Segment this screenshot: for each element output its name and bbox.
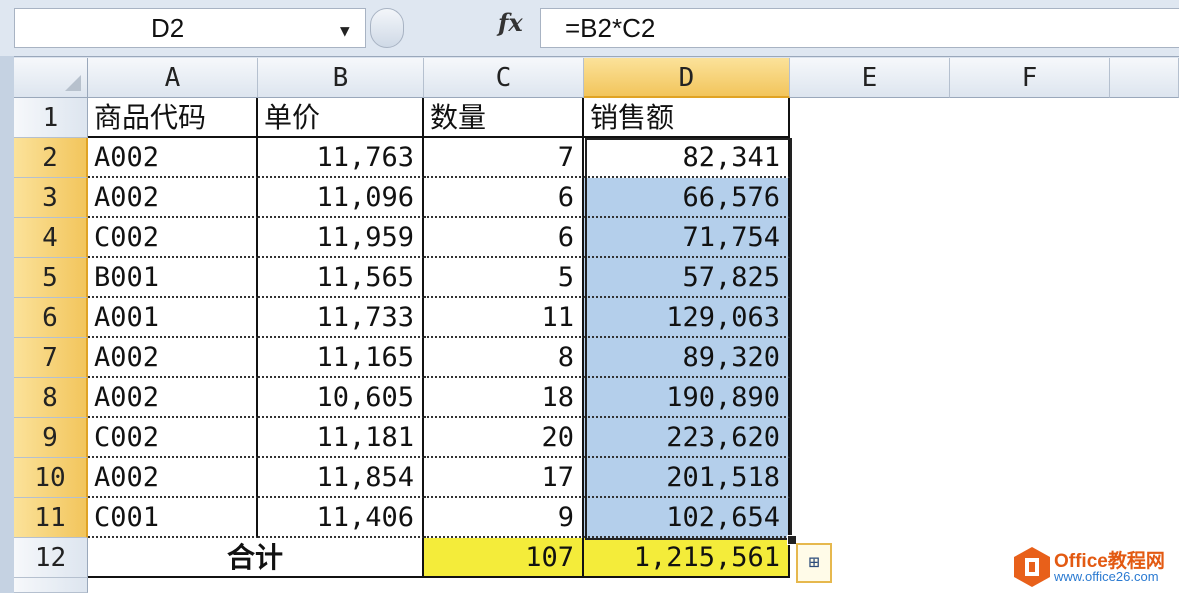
row-header-8[interactable]: 8	[14, 378, 88, 418]
watermark-url: www.office26.com	[1054, 569, 1159, 584]
cell-b8[interactable]: 10,605	[258, 378, 424, 418]
worksheet-grid: A B C D E F 1 2 3 4 5 6 7 8 9 10 11 12 商…	[14, 58, 1179, 593]
select-all-icon	[65, 75, 81, 91]
cell-c3[interactable]: 6	[424, 178, 584, 218]
cell-d6[interactable]: 129,063	[584, 298, 790, 338]
cell-d9[interactable]: 223,620	[584, 418, 790, 458]
autofill-options-icon[interactable]: ⊞	[796, 543, 832, 583]
formula-input[interactable]: =B2*C2	[540, 8, 1179, 48]
column-header-a[interactable]: A	[88, 58, 258, 98]
cell-c4[interactable]: 6	[424, 218, 584, 258]
cell-d8[interactable]: 190,890	[584, 378, 790, 418]
column-header-f[interactable]: F	[950, 58, 1110, 98]
total-label-cell[interactable]: 合计	[88, 538, 424, 578]
office-logo-icon	[1014, 547, 1050, 587]
row-header-5[interactable]: 5	[14, 258, 88, 298]
cell-c1[interactable]: 数量	[424, 98, 584, 138]
formula-bar-divider[interactable]	[370, 8, 404, 48]
watermark-logo: Office教程网 www.office26.com	[1012, 544, 1177, 590]
row-header-10[interactable]: 10	[14, 458, 88, 498]
select-all-corner[interactable]	[14, 58, 88, 98]
cell-d1[interactable]: 销售额	[584, 98, 790, 138]
column-header-e[interactable]: E	[790, 58, 950, 98]
cell-b10[interactable]: 11,854	[258, 458, 424, 498]
formula-text: =B2*C2	[565, 13, 656, 43]
cell-b6[interactable]: 11,733	[258, 298, 424, 338]
cell-c7[interactable]: 8	[424, 338, 584, 378]
cell-b4[interactable]: 11,959	[258, 218, 424, 258]
cell-c11[interactable]: 9	[424, 498, 584, 538]
column-header-d[interactable]: D	[584, 58, 790, 98]
cell-b3[interactable]: 11,096	[258, 178, 424, 218]
formula-bar: D2 ▼ fx =B2*C2	[0, 0, 1179, 57]
cell-a6[interactable]: A001	[88, 298, 258, 338]
cell-b2[interactable]: 11,763	[258, 138, 424, 178]
row-header-11[interactable]: 11	[14, 498, 88, 538]
column-header-c[interactable]: C	[424, 58, 584, 98]
cell-a1[interactable]: 商品代码	[88, 98, 258, 138]
name-box[interactable]: D2 ▼	[14, 8, 366, 48]
cell-c9[interactable]: 20	[424, 418, 584, 458]
total-sales-cell[interactable]: 1,215,561	[584, 538, 790, 578]
cell-c8[interactable]: 18	[424, 378, 584, 418]
row-header-9[interactable]: 9	[14, 418, 88, 458]
cell-a8[interactable]: A002	[88, 378, 258, 418]
row-header-2[interactable]: 2	[14, 138, 88, 178]
cell-a10[interactable]: A002	[88, 458, 258, 498]
row-header-4[interactable]: 4	[14, 218, 88, 258]
row-header-3[interactable]: 3	[14, 178, 88, 218]
cell-d4[interactable]: 71,754	[584, 218, 790, 258]
cell-c2[interactable]: 7	[424, 138, 584, 178]
cell-c5[interactable]: 5	[424, 258, 584, 298]
column-header-g[interactable]	[1110, 58, 1179, 98]
total-qty-cell[interactable]: 107	[424, 538, 584, 578]
insert-function-icon[interactable]: fx	[498, 8, 523, 37]
cell-d7[interactable]: 89,320	[584, 338, 790, 378]
row-header-13[interactable]	[14, 578, 88, 593]
cell-d3[interactable]: 66,576	[584, 178, 790, 218]
cell-b7[interactable]: 11,165	[258, 338, 424, 378]
cell-b9[interactable]: 11,181	[258, 418, 424, 458]
cell-b5[interactable]: 11,565	[258, 258, 424, 298]
cell-d10[interactable]: 201,518	[584, 458, 790, 498]
row-header-7[interactable]: 7	[14, 338, 88, 378]
cell-b11[interactable]: 11,406	[258, 498, 424, 538]
row-header-12[interactable]: 12	[14, 538, 88, 578]
cell-a9[interactable]: C002	[88, 418, 258, 458]
cell-d11[interactable]: 102,654	[584, 498, 790, 538]
cell-d2[interactable]: 82,341	[584, 138, 790, 178]
row-header-6[interactable]: 6	[14, 298, 88, 338]
cell-a7[interactable]: A002	[88, 338, 258, 378]
cell-a5[interactable]: B001	[88, 258, 258, 298]
cell-c10[interactable]: 17	[424, 458, 584, 498]
cell-a3[interactable]: A002	[88, 178, 258, 218]
cell-a2[interactable]: A002	[88, 138, 258, 178]
cell-b1[interactable]: 单价	[258, 98, 424, 138]
window-left-edge	[0, 56, 14, 593]
cell-a11[interactable]: C001	[88, 498, 258, 538]
chevron-down-icon[interactable]: ▼	[340, 21, 350, 40]
column-header-b[interactable]: B	[258, 58, 424, 98]
name-box-value: D2	[151, 13, 185, 43]
cell-d5[interactable]: 57,825	[584, 258, 790, 298]
cell-c6[interactable]: 11	[424, 298, 584, 338]
row-header-1[interactable]: 1	[14, 98, 88, 138]
cell-a4[interactable]: C002	[88, 218, 258, 258]
spreadsheet-window: D2 ▼ fx =B2*C2 A B C D E F 1 2 3 4 5 6 7…	[0, 0, 1179, 593]
